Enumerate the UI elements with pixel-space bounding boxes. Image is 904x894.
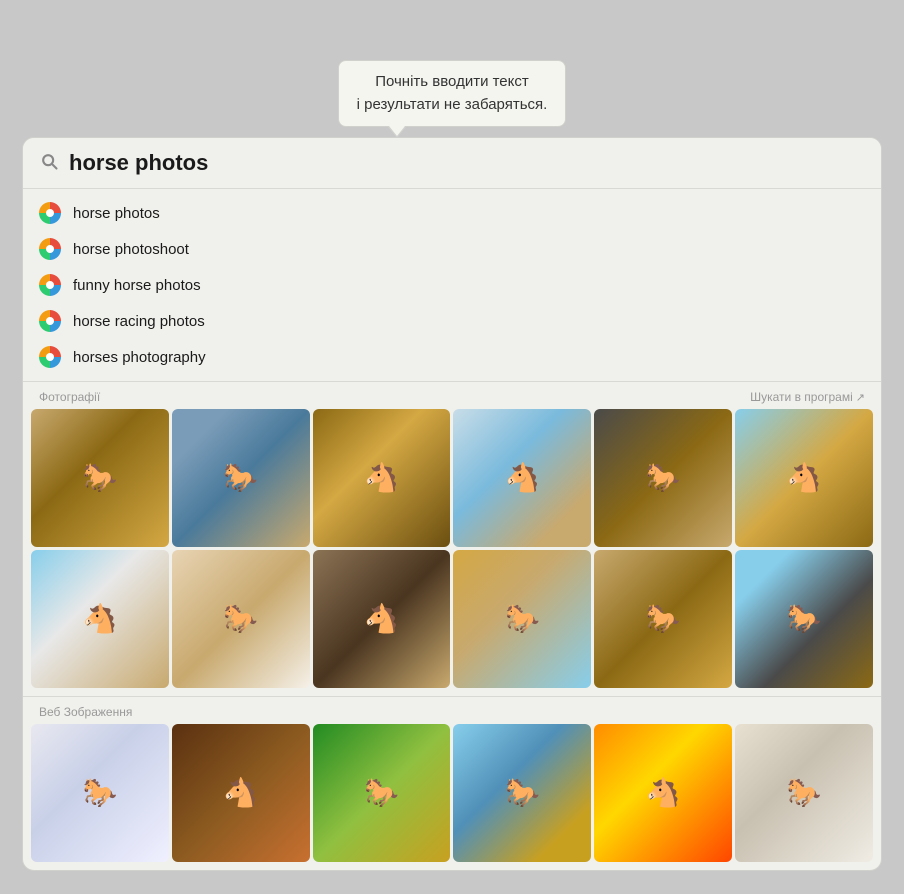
suggestions-list: horse photos horse photoshoot funny horse … <box>23 189 881 381</box>
photo-thumb-p9[interactable]: 🐴 <box>313 550 451 688</box>
safari-icon <box>39 346 61 368</box>
photos-section-title: Фотографії <box>39 390 100 404</box>
suggestion-text: horse racing photos <box>73 313 205 330</box>
web-thumb-image: 🐎 <box>31 724 169 862</box>
photo-thumb-p8[interactable]: 🐎 <box>172 550 310 688</box>
photo-thumb-p7[interactable]: 🐴 <box>31 550 169 688</box>
photo-thumb-image: 🐴 <box>313 409 451 547</box>
search-input[interactable] <box>69 150 865 176</box>
photo-thumb-image: 🐎 <box>31 409 169 547</box>
suggestion-item-s5[interactable]: horses photography <box>23 339 881 375</box>
safari-icon <box>39 310 61 332</box>
photo-thumb-p10[interactable]: 🐎 <box>453 550 591 688</box>
photo-thumb-p2[interactable]: 🐎 <box>172 409 310 547</box>
tooltip-container: Почніть вводити текст і результати не за… <box>22 60 882 127</box>
search-icon <box>39 151 59 176</box>
web-section-header: Веб Зображення <box>23 696 881 724</box>
photo-thumb-p11[interactable]: 🐎 <box>594 550 732 688</box>
photo-thumb-p5[interactable]: 🐎 <box>594 409 732 547</box>
suggestion-text: horses photography <box>73 349 206 366</box>
photo-thumb-image: 🐎 <box>172 550 310 688</box>
photos-grid: 🐎🐎🐴🐴🐎🐴🐴🐎🐴🐎🐎🐎 <box>23 409 881 696</box>
safari-icon <box>39 274 61 296</box>
photo-thumb-image: 🐎 <box>735 550 873 688</box>
search-panel: horse photos horse photoshoot funny horse … <box>22 137 882 871</box>
web-thumb-image: 🐴 <box>172 724 310 862</box>
web-thumb-w2[interactable]: 🐴 <box>172 724 310 862</box>
web-thumb-w5[interactable]: 🐴 <box>594 724 732 862</box>
suggestion-item-s2[interactable]: horse photoshoot <box>23 231 881 267</box>
photo-thumb-image: 🐎 <box>594 550 732 688</box>
suggestion-item-s4[interactable]: horse racing photos <box>23 303 881 339</box>
photo-thumb-p6[interactable]: 🐴 <box>735 409 873 547</box>
photos-section-header: Фотографії Шукати в програмі ↗ <box>23 381 881 409</box>
photo-thumb-image: 🐴 <box>735 409 873 547</box>
safari-icon <box>39 238 61 260</box>
suggestion-text: horse photoshoot <box>73 241 189 258</box>
safari-icon <box>39 202 61 224</box>
search-bar <box>23 138 881 189</box>
photo-thumb-image: 🐎 <box>172 409 310 547</box>
search-in-app-link[interactable]: Шукати в програмі ↗ <box>750 390 865 404</box>
web-thumb-image: 🐎 <box>735 724 873 862</box>
photo-thumb-image: 🐴 <box>31 550 169 688</box>
web-thumb-w6[interactable]: 🐎 <box>735 724 873 862</box>
external-link-icon: ↗ <box>856 391 865 404</box>
tooltip-bubble: Почніть вводити текст і результати не за… <box>338 60 567 127</box>
photo-thumb-p1[interactable]: 🐎 <box>31 409 169 547</box>
tooltip-line2: і результати не забаряться. <box>357 96 548 113</box>
photo-thumb-image: 🐴 <box>313 550 451 688</box>
web-thumb-w3[interactable]: 🐎 <box>313 724 451 862</box>
photo-thumb-p3[interactable]: 🐴 <box>313 409 451 547</box>
suggestion-item-s3[interactable]: funny horse photos <box>23 267 881 303</box>
web-thumb-w1[interactable]: 🐎 <box>31 724 169 862</box>
suggestion-item-s1[interactable]: horse photos <box>23 195 881 231</box>
photo-thumb-p4[interactable]: 🐴 <box>453 409 591 547</box>
web-thumb-image: 🐎 <box>313 724 451 862</box>
web-thumb-image: 🐴 <box>594 724 732 862</box>
photo-thumb-image: 🐴 <box>453 409 591 547</box>
web-thumb-image: 🐎 <box>453 724 591 862</box>
photo-thumb-image: 🐎 <box>453 550 591 688</box>
suggestion-text: funny horse photos <box>73 277 201 294</box>
suggestion-text: horse photos <box>73 205 160 222</box>
tooltip-line1: Почніть вводити текст <box>375 73 529 90</box>
photo-thumb-image: 🐎 <box>594 409 732 547</box>
web-section-title: Веб Зображення <box>39 705 132 719</box>
web-thumb-w4[interactable]: 🐎 <box>453 724 591 862</box>
web-images-grid: 🐎🐴🐎🐎🐴🐎 <box>23 724 881 870</box>
photo-thumb-p12[interactable]: 🐎 <box>735 550 873 688</box>
